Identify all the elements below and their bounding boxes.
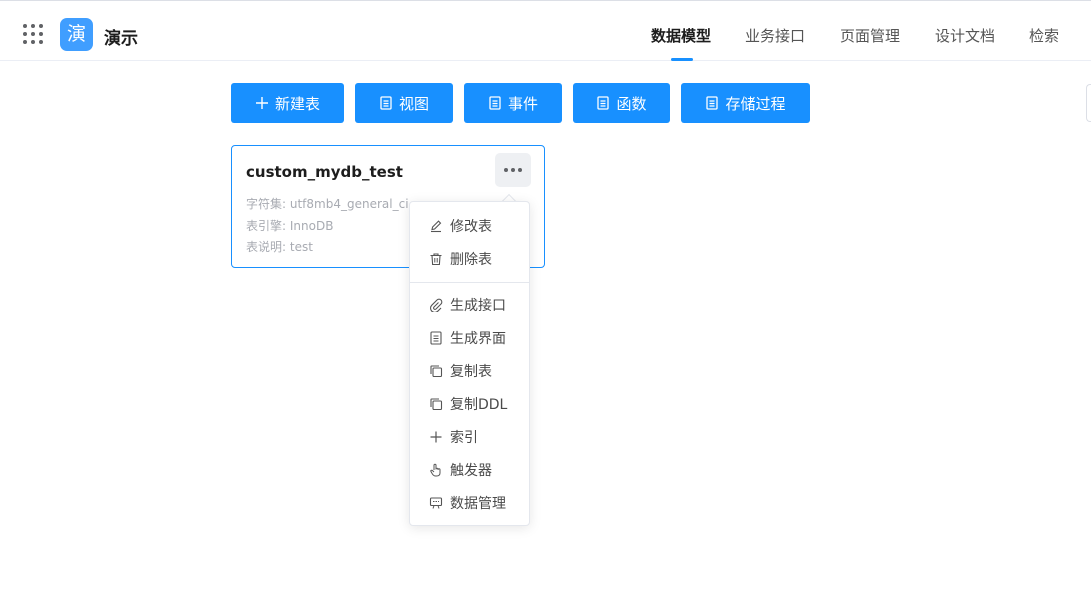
menu-item-label: 删除表 (450, 251, 492, 268)
function-button[interactable]: 函数 (573, 83, 670, 123)
new-table-label: 新建表 (274, 94, 320, 113)
description-row: 表说明: test (246, 238, 313, 255)
side-drawer-handle[interactable] (1086, 84, 1091, 122)
menu-item-label: 生成接口 (450, 297, 506, 314)
menu-item-copy-table[interactable]: 复制表 (410, 354, 529, 387)
event-button[interactable]: 事件 (464, 83, 562, 123)
menu-item-label: 复制DDL (450, 396, 508, 413)
nav-tab-search[interactable]: 检索 (1029, 25, 1059, 46)
top-bar: 演 演示 数据模型 业务接口 页面管理 设计文档 检索 (0, 0, 1091, 61)
app-logo: 演 (60, 18, 93, 51)
menu-item-index[interactable]: 索引 (410, 420, 529, 453)
menu-item-trigger[interactable]: 触发器 (410, 453, 529, 486)
pointer-hand-icon (430, 463, 441, 476)
plus-icon (430, 431, 442, 442)
more-options-button[interactable] (495, 153, 531, 187)
menu-item-label: 索引 (450, 429, 478, 446)
menu-item-label: 触发器 (450, 462, 492, 479)
menu-item-label: 生成界面 (450, 330, 506, 347)
document-icon (380, 96, 392, 110)
document-icon (489, 96, 501, 110)
table-context-menu: 修改表 删除表 生成接口 生成界面 复制表 复制DDL 索引 触发器 数据管理 (409, 201, 530, 526)
edit-icon (431, 219, 442, 232)
nav-tab-data-model[interactable]: 数据模型 (651, 25, 711, 46)
menu-item-label: 修改表 (450, 218, 492, 235)
trash-icon (430, 252, 442, 265)
charset-label: 字符集: (246, 197, 287, 211)
menu-item-delete-table[interactable]: 删除表 (410, 242, 529, 275)
description-value: test (289, 240, 313, 254)
function-label: 函数 (616, 94, 647, 113)
data-manage-icon (429, 496, 443, 509)
document-icon (597, 96, 610, 110)
charset-value: utf8mb4_general_ci (289, 197, 409, 211)
event-label: 事件 (507, 94, 538, 113)
menu-item-data-management[interactable]: 数据管理 (410, 486, 529, 519)
nav-tab-page-management[interactable]: 页面管理 (840, 25, 900, 46)
engine-label: 表引擎: (246, 219, 287, 233)
nav-tab-design-docs[interactable]: 设计文档 (935, 25, 995, 46)
description-label: 表说明: (246, 240, 287, 254)
more-dots-icon (504, 168, 508, 172)
table-name: custom_mydb_test (246, 163, 403, 181)
menu-item-label: 复制表 (450, 363, 492, 380)
app-name: 演示 (104, 29, 138, 49)
copy-icon (430, 397, 443, 410)
copy-icon (430, 364, 443, 377)
app-grid-icon[interactable] (23, 24, 45, 46)
nav-active-indicator (671, 58, 693, 61)
new-table-button[interactable]: 新建表 (231, 83, 344, 123)
plus-icon (255, 97, 268, 109)
menu-item-generate-ui[interactable]: 生成界面 (410, 321, 529, 354)
view-button[interactable]: 视图 (355, 83, 453, 123)
charset-row: 字符集: utf8mb4_general_ci (246, 195, 409, 212)
document-icon (430, 330, 442, 345)
view-label: 视图 (398, 94, 429, 113)
document-icon (706, 96, 719, 110)
engine-value: InnoDB (289, 219, 334, 233)
menu-divider (410, 282, 529, 283)
menu-item-edit-table[interactable]: 修改表 (410, 209, 529, 242)
stored-procedure-button[interactable]: 存储过程 (681, 83, 810, 123)
engine-row: 表引擎: InnoDB (246, 217, 333, 234)
menu-item-copy-ddl[interactable]: 复制DDL (410, 387, 529, 420)
menu-item-label: 数据管理 (450, 495, 506, 512)
nav-tab-business-api[interactable]: 业务接口 (745, 25, 805, 46)
menu-item-generate-api[interactable]: 生成接口 (410, 288, 529, 321)
paperclip-icon (430, 298, 443, 312)
stored-procedure-label: 存储过程 (725, 94, 786, 113)
